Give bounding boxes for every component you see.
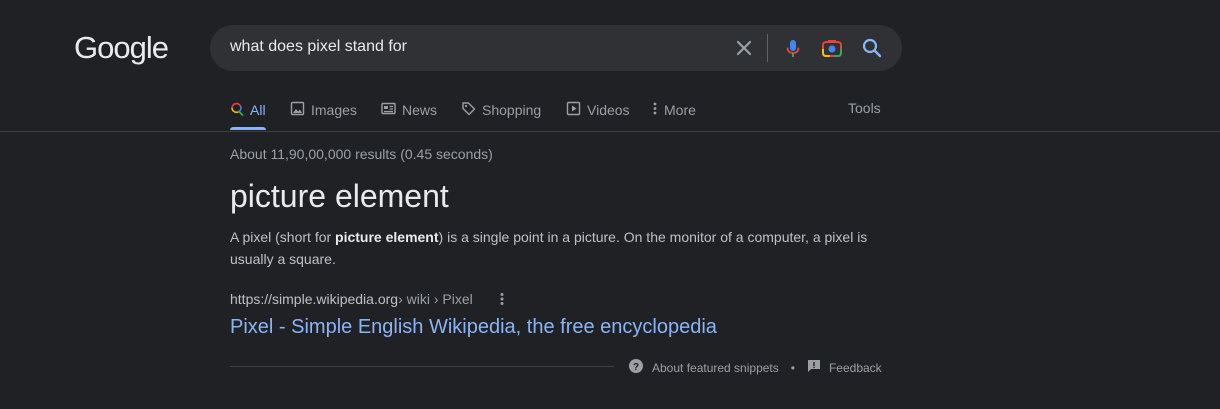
image-icon — [290, 101, 305, 119]
feedback-icon — [807, 359, 821, 376]
snippet-divider — [230, 366, 614, 367]
tab-images[interactable]: Images — [290, 100, 357, 120]
tab-news[interactable]: News — [381, 100, 437, 120]
vertical-dots-icon — [652, 101, 658, 119]
tab-all[interactable]: All — [230, 100, 266, 120]
featured-snippet-text: A pixel (short for picture element) is a… — [230, 229, 868, 267]
camera-lens-icon[interactable] — [821, 37, 843, 59]
about-featured-snippets-label: About featured snippets — [652, 360, 779, 375]
play-icon — [566, 101, 581, 119]
tab-images-label: Images — [311, 102, 357, 118]
search-icon — [230, 102, 244, 119]
about-featured-snippets-link[interactable]: ? About featured snippets — [628, 358, 779, 377]
tab-shopping-label: Shopping — [482, 102, 542, 118]
result-title-link[interactable]: Pixel - Simple English Wikipedia, the fr… — [230, 316, 717, 339]
search-input[interactable]: what does pixel stand for — [230, 38, 407, 56]
snippet-footer: ? About featured snippets • Feedback — [628, 358, 882, 377]
tab-all-label: All — [250, 102, 266, 118]
result-options-icon[interactable] — [497, 291, 507, 307]
result-url[interactable]: https://simple.wikipedia.org › wiki › Pi… — [230, 291, 473, 307]
result-url-path: › wiki › Pixel — [398, 291, 473, 307]
tab-videos[interactable]: Videos — [566, 100, 630, 120]
search-box[interactable]: what does pixel stand for — [210, 25, 902, 71]
result-url-domain: https://simple.wikipedia.org — [230, 291, 399, 307]
search-icon[interactable] — [861, 37, 883, 59]
svg-text:?: ? — [633, 362, 639, 373]
feedback-label: Feedback — [828, 360, 882, 375]
feedback-link[interactable]: Feedback — [807, 359, 882, 376]
tools-button[interactable]: Tools — [848, 100, 881, 116]
featured-snippet-title: picture element — [230, 178, 449, 214]
clear-icon[interactable] — [733, 37, 755, 59]
tab-videos-label: Videos — [587, 102, 630, 118]
search-divider — [767, 34, 768, 62]
footer-separator: • — [790, 360, 795, 375]
active-tab-indicator — [230, 127, 266, 130]
tag-icon — [461, 101, 476, 119]
tab-more[interactable]: More — [652, 100, 696, 120]
google-logo[interactable]: Google — [74, 30, 169, 66]
tab-news-label: News — [402, 102, 438, 118]
tab-more-label: More — [664, 102, 696, 118]
tab-shopping[interactable]: Shopping — [461, 100, 541, 120]
help-icon: ? — [628, 358, 644, 377]
search-tabs: All Images News Shopping Videos More Too… — [0, 90, 1220, 132]
microphone-icon[interactable] — [782, 37, 804, 59]
result-stats: About 11,90,00,000 results (0.45 seconds… — [230, 146, 493, 162]
news-icon — [381, 101, 396, 119]
